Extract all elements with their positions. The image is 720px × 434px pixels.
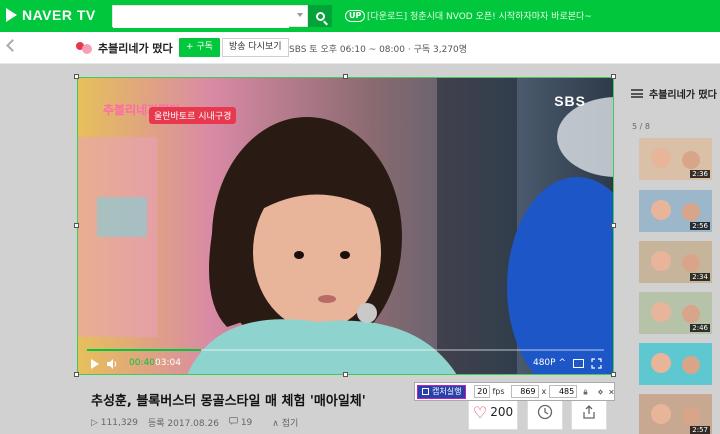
thumbnail-duration: 2:46 (690, 324, 710, 332)
playlist-thumbnail[interactable] (639, 343, 712, 385)
playlist-thumbnail[interactable]: 2:46 (639, 292, 712, 334)
resize-handle-w[interactable] (74, 223, 79, 228)
subscribe-button[interactable]: + 구독 (179, 38, 220, 57)
playlist-thumbnail[interactable]: 2:34 (639, 241, 712, 283)
lock-icon[interactable] (583, 388, 588, 396)
chevron-down-icon[interactable] (297, 13, 303, 17)
volume-icon[interactable] (107, 359, 117, 369)
playlist-thumbnail[interactable]: 2:56 (639, 190, 712, 232)
resize-handle-n[interactable] (343, 74, 348, 79)
gear-icon[interactable] (598, 388, 604, 396)
brand-text: NAVER TV (22, 7, 96, 23)
up-badge: UP (345, 10, 366, 22)
view-count: ▷ 111,329 (91, 417, 138, 428)
resize-handle-nw[interactable] (74, 74, 79, 79)
playlist-thumbnail[interactable]: 2:57 (639, 394, 712, 434)
playlist-count: 5 / 8 (632, 122, 650, 131)
playlist-thumbnail[interactable]: 2:36 (639, 138, 712, 180)
search-box (112, 5, 308, 28)
capture-run-label: 캡처실행 (432, 387, 462, 396)
comment-count-link[interactable]: 19 (228, 417, 262, 428)
thumbnail-duration: 2:56 (690, 222, 710, 230)
fps-label: fps (492, 387, 505, 396)
naver-tv-logo[interactable]: NAVER TV (6, 7, 96, 23)
close-icon[interactable] (609, 388, 614, 396)
capture-toolbar: 캡처실행 fps x (414, 382, 615, 401)
playlist-icon (631, 89, 643, 98)
play-logo-icon (6, 8, 17, 22)
heart-icon: ♡ (472, 402, 488, 422)
search-icon (315, 11, 325, 21)
theater-mode-icon[interactable] (573, 359, 584, 368)
dim-overlay-left (0, 77, 77, 375)
play-icon[interactable] (91, 359, 99, 369)
video-title: 추성훈, 블록버스터 몽골스타일 매 체험 '매아일체' (91, 394, 366, 409)
fold-toggle[interactable]: ∧ 접기 (272, 416, 298, 429)
program-info: SBS 토 오후 06:10 ~ 08:00 · 구독 3,270명 (289, 45, 468, 55)
clock-icon (537, 404, 553, 420)
thumbnail-duration: 2:57 (690, 426, 710, 434)
program-bar: 추블리네가 떴다 + 구독 방송 다시보기 SBS 토 오후 06:10 ~ 0… (0, 32, 720, 64)
height-input[interactable] (549, 385, 578, 398)
resize-handle-sw[interactable] (74, 372, 79, 377)
comment-count: 19 (240, 418, 253, 428)
width-input[interactable] (510, 385, 539, 398)
comment-icon (228, 417, 238, 425)
app-root: NAVER TV UP [다운로드] 청춘시대 NVOD 오픈! 시작하자마자 … (0, 0, 720, 434)
resize-handle-s[interactable] (343, 372, 348, 377)
fullscreen-icon[interactable] (591, 358, 602, 369)
broadcaster-watermark: SBS (554, 93, 586, 109)
top-bar: NAVER TV UP [다운로드] 청춘시대 NVOD 오픈! 시작하자마자 … (0, 0, 720, 32)
current-time: 00:40 (129, 358, 155, 368)
capture-run-button[interactable]: 캡처실행 (417, 384, 467, 399)
x-label: x (541, 387, 547, 396)
program-logo-icon (76, 42, 92, 54)
subtitle-caption: 울란바토르 시내구경 (149, 107, 237, 124)
resize-handle-ne[interactable] (611, 74, 616, 79)
duration: 03:04 (155, 358, 181, 368)
notice-link[interactable]: [다운로드] 청춘시대 NVOD 오픈! 시작하자마자 바로본다~ (367, 9, 592, 22)
crop-icon (422, 388, 429, 395)
video-player[interactable]: SBS 추블리네가떴다 울란바토르 시내구경 00:40 03:04 480P … (77, 77, 614, 375)
like-count: 200 (490, 405, 514, 419)
progress-bar[interactable] (87, 349, 604, 351)
search-button[interactable] (308, 5, 332, 27)
fps-input[interactable] (474, 385, 491, 398)
back-arrow-icon[interactable] (6, 39, 19, 52)
search-input[interactable] (113, 7, 289, 28)
thumbnail-image (651, 353, 700, 374)
resize-handle-se[interactable] (611, 372, 616, 377)
playlist-title[interactable]: 추블리네가 떴다 (631, 86, 717, 101)
progress-fill (87, 349, 201, 351)
resize-handle-e[interactable] (611, 223, 616, 228)
quality-selector[interactable]: 480P ^ (533, 358, 566, 368)
video-meta: ▷ 111,329 등록 2017.08.26 19 ∧ 접기 (91, 416, 308, 429)
playlist-title-text: 추블리네가 떴다 (649, 90, 717, 101)
thumbnail-duration: 2:34 (690, 273, 710, 281)
upload-date: 등록 2017.08.26 (148, 419, 219, 429)
share-icon (583, 405, 595, 419)
thumbnail-duration: 2:36 (690, 170, 710, 178)
program-title[interactable]: 추블리네가 떴다 (98, 40, 173, 56)
replay-button[interactable]: 방송 다시보기 (222, 38, 289, 57)
